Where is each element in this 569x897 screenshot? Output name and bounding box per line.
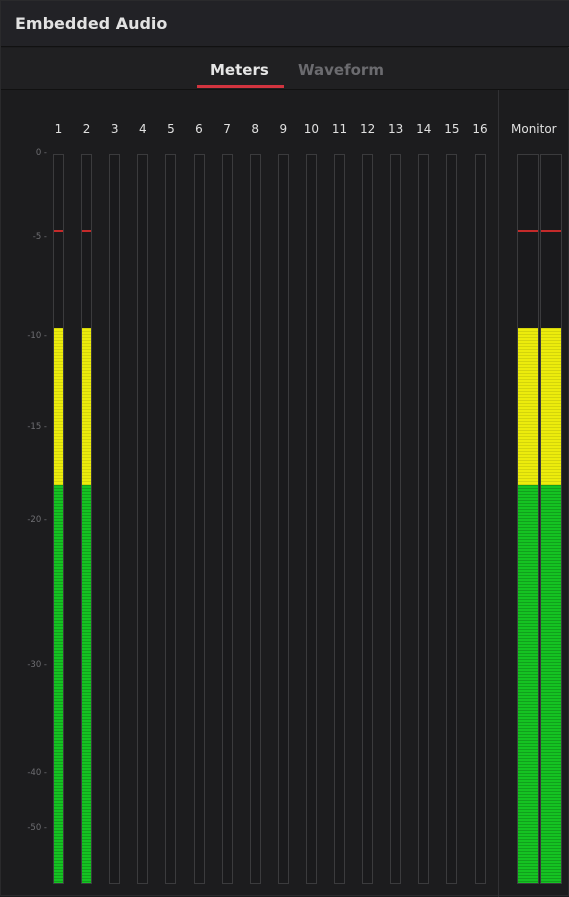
monitor-meter-left — [517, 154, 539, 884]
channel-meter-1 — [53, 154, 64, 884]
channel-meter-12 — [362, 154, 374, 884]
monitor-label: Monitor — [511, 122, 557, 136]
meter-green-segment — [54, 484, 63, 883]
channel-meter-2 — [81, 154, 93, 884]
peak-hold-marker — [541, 229, 561, 232]
meter-yellow-segment — [541, 328, 561, 485]
channel-meter-5 — [165, 154, 177, 884]
channel-number-13: 13 — [388, 122, 404, 136]
scale-label: -30 - — [27, 660, 47, 670]
channel-number-5: 5 — [167, 122, 175, 136]
panel-title: Embedded Audio — [15, 14, 168, 33]
channel-number-10: 10 — [303, 122, 320, 136]
channel-number-6: 6 — [195, 122, 203, 136]
channel-number-15: 15 — [444, 122, 460, 136]
channel-meter-6 — [193, 154, 205, 884]
active-tab-indicator — [197, 85, 284, 88]
channel-number-9: 9 — [279, 122, 288, 136]
meter-yellow-segment — [54, 328, 63, 485]
channel-number-16: 16 — [472, 122, 488, 136]
meter-yellow-segment — [82, 328, 92, 485]
panel-header: Embedded Audio — [1, 1, 569, 47]
scale-label: -10 - — [27, 331, 47, 341]
meter-green-segment — [518, 484, 538, 883]
channel-meter-16 — [474, 154, 486, 884]
peak-hold-marker — [54, 229, 63, 232]
meter-yellow-segment — [518, 328, 538, 485]
channel-meter-3 — [109, 154, 121, 884]
channel-meter-13 — [390, 154, 402, 884]
embedded-audio-panel: Embedded Audio Meters Waveform 0 - -5 - -1… — [0, 0, 569, 897]
scale-label: -5 - — [32, 232, 47, 242]
meter-green-segment — [82, 484, 92, 883]
channel-meter-4 — [137, 154, 149, 884]
scale-label: -40 - — [27, 768, 47, 778]
scale-label: 0 - — [35, 148, 47, 158]
channel-number-2: 2 — [82, 122, 91, 136]
tab-bar: Meters Waveform — [1, 48, 569, 90]
channel-number-7: 7 — [223, 122, 231, 136]
channel-number-11: 11 — [331, 122, 348, 136]
channel-number-4: 4 — [138, 122, 147, 136]
channel-number-1: 1 — [54, 122, 63, 136]
channel-meter-11 — [334, 154, 345, 884]
channel-number-8: 8 — [251, 122, 259, 136]
scale-label: -50 - — [27, 823, 47, 833]
scale-label: -20 - — [27, 515, 47, 525]
meter-green-segment — [541, 484, 561, 883]
monitor-divider — [498, 90, 499, 897]
monitor-meter-right — [540, 154, 562, 884]
channel-meter-7 — [221, 154, 233, 884]
channel-meter-8 — [249, 154, 261, 884]
peak-hold-marker — [82, 229, 92, 232]
tab-meters[interactable]: Meters — [210, 61, 269, 79]
tab-waveform[interactable]: Waveform — [298, 61, 384, 79]
peak-hold-marker — [518, 229, 538, 232]
channel-number-14: 14 — [416, 122, 432, 136]
channel-number-12: 12 — [359, 122, 376, 136]
channel-meter-15 — [446, 154, 458, 884]
channel-meter-14 — [418, 154, 430, 884]
channel-meter-10 — [305, 154, 317, 884]
channel-meter-9 — [277, 154, 289, 884]
channel-number-3: 3 — [110, 122, 119, 136]
scale-label: -15 - — [27, 422, 47, 432]
